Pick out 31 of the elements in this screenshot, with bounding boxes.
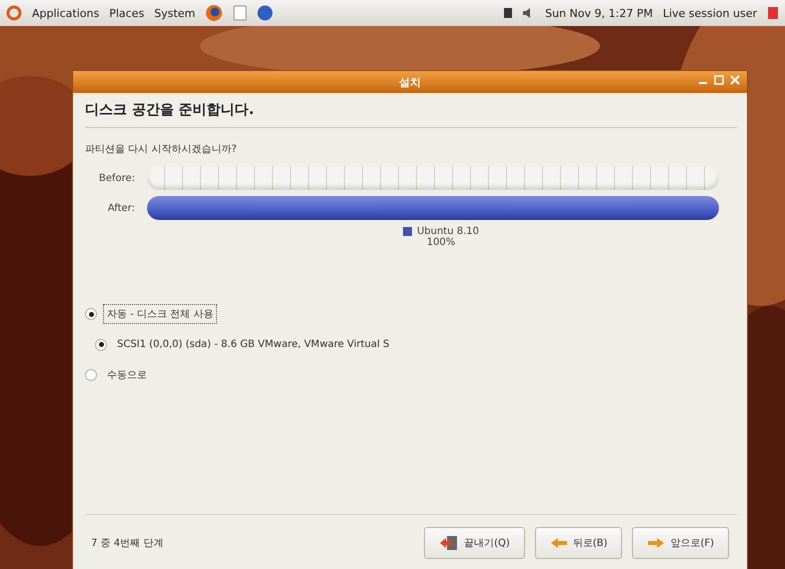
option-label: 자동 - 디스크 전체 사용 <box>103 304 218 324</box>
help-icon[interactable] <box>257 5 274 21</box>
browser-icon[interactable] <box>205 4 224 22</box>
menu-item[interactable]: Applications <box>32 6 100 20</box>
menu-item[interactable]: Places <box>109 6 144 20</box>
close-icon[interactable] <box>729 74 741 86</box>
exit-icon <box>439 535 460 551</box>
legend-label: Ubuntu 8.10 <box>416 226 480 237</box>
legend-percent: 100% <box>426 237 456 248</box>
bar-label: Before: <box>98 172 135 184</box>
option-label: SCSI1 (0,0,0) (sda) - 8.6 GB VMware, VMware Virtual S <box>116 338 390 352</box>
quit-button[interactable]: 끝내기(Q) <box>424 527 525 559</box>
radio-button[interactable] <box>85 369 97 381</box>
maximize-icon[interactable] <box>713 74 725 86</box>
document-icon[interactable] <box>233 5 248 21</box>
page-heading: 디스크 공간을 준비합니다. <box>85 101 737 128</box>
logo-icon <box>6 5 22 21</box>
menu-item[interactable]: System <box>154 6 196 20</box>
user-name[interactable]: Live session user <box>662 6 757 20</box>
clock[interactable]: Sun Nov 9, 1:27 PM <box>545 6 653 20</box>
bar-label: After: <box>106 202 135 214</box>
left-arrow-icon <box>550 537 568 549</box>
right-arrow-icon <box>647 537 666 549</box>
step-indicator: 7 중 4번째 단계 <box>91 537 164 550</box>
forward-button[interactable]: 앞으로(F) <box>632 527 729 559</box>
option-label: 수동으로 <box>106 369 148 383</box>
window-title: 설치 <box>399 74 421 90</box>
back-button[interactable]: 뒤로(B) <box>534 527 622 559</box>
question-text: 파티션을 다시 시작하시겠습니까? <box>85 143 238 156</box>
radio-button[interactable] <box>85 308 97 320</box>
radio-button[interactable] <box>95 338 107 350</box>
